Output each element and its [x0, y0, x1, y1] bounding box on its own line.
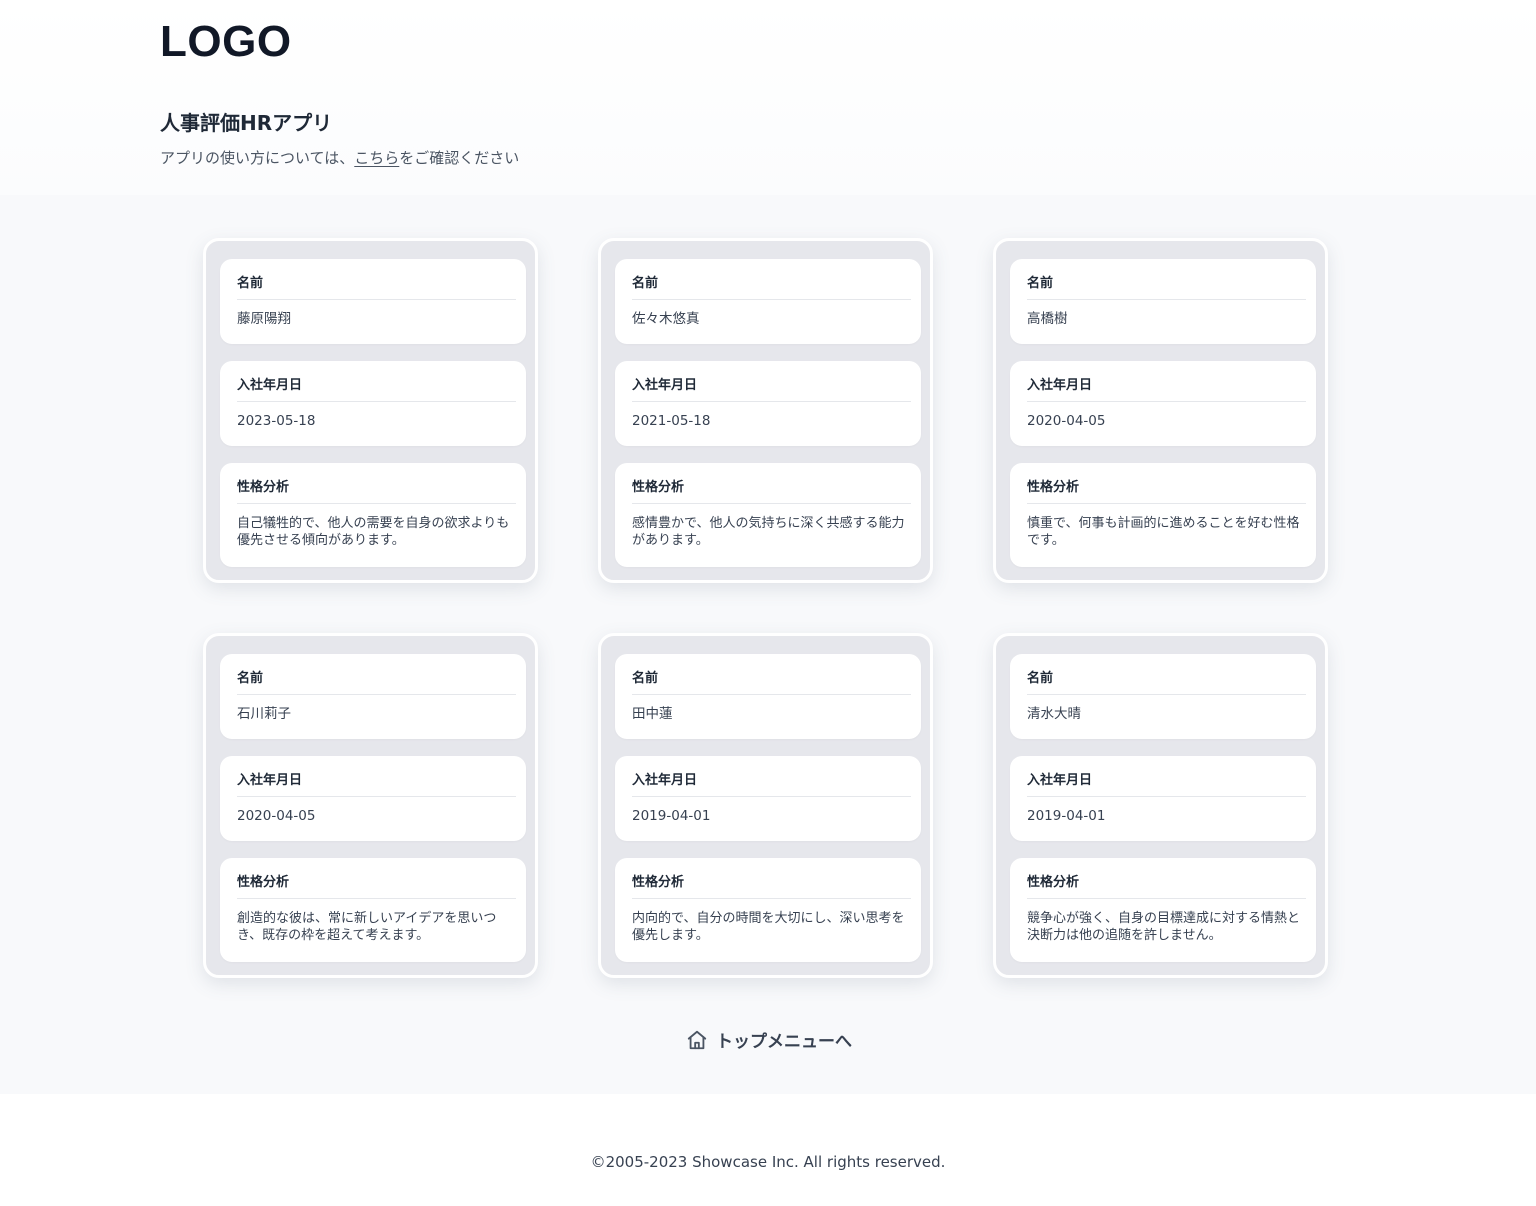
personality-label: 性格分析 [237, 875, 516, 899]
join-date-label: 入社年月日 [237, 773, 516, 797]
personality-field: 性格分析 自己犠牲的で、他人の需要を自身の欲求よりも優先させる傾向があります。 [220, 463, 526, 567]
join-date-value: 2020-04-05 [237, 808, 316, 824]
name-value: 田中蓮 [632, 706, 673, 722]
logo[interactable]: LOGO [160, 16, 292, 68]
home-icon [686, 1029, 708, 1051]
employee-card: 名前 佐々木悠真 入社年月日 2021-05-18 性格分析 感情豊かで、他人の… [598, 238, 933, 583]
copyright-text: ©2005-2023 Showcase Inc. All rights rese… [590, 1153, 946, 1171]
join-date-label: 入社年月日 [1027, 773, 1306, 797]
name-label: 名前 [1027, 671, 1306, 695]
subtitle-suffix: をご確認ください [399, 149, 520, 167]
name-field: 名前 藤原陽翔 [220, 259, 526, 344]
join-date-field: 入社年月日 2019-04-01 [1010, 756, 1316, 841]
personality-value: 自己犠牲的で、他人の需要を自身の欲求よりも優先させる傾向があります。 [237, 516, 510, 548]
name-value: 高橋樹 [1027, 311, 1068, 327]
name-field: 名前 清水大晴 [1010, 654, 1316, 739]
name-value: 清水大晴 [1027, 706, 1081, 722]
name-field: 名前 田中蓮 [615, 654, 921, 739]
employee-card: 名前 藤原陽翔 入社年月日 2023-05-18 性格分析 自己犠牲的で、他人の… [203, 238, 538, 583]
top-menu-label: トップメニューへ [716, 1032, 852, 1052]
personality-field: 性格分析 競争心が強く、自身の目標達成に対する情熱と決断力は他の追随を許しません… [1010, 858, 1316, 962]
join-date-label: 入社年月日 [237, 378, 516, 402]
name-value: 藤原陽翔 [237, 311, 291, 327]
page-header: LOGO 人事評価HRアプリ アプリの使い方については、こちらをご確認ください [0, 0, 1536, 195]
personality-value: 競争心が強く、自身の目標達成に対する情熱と決断力は他の追随を許しません。 [1027, 911, 1301, 943]
name-value: 石川莉子 [237, 706, 291, 722]
join-date-field: 入社年月日 2023-05-18 [220, 361, 526, 446]
name-label: 名前 [237, 671, 516, 695]
name-field: 名前 石川莉子 [220, 654, 526, 739]
personality-field: 性格分析 慎重で、何事も計画的に進めることを好む性格です。 [1010, 463, 1316, 567]
name-label: 名前 [1027, 276, 1306, 300]
name-value: 佐々木悠真 [632, 311, 700, 327]
employee-card: 名前 高橋樹 入社年月日 2020-04-05 性格分析 慎重で、何事も計画的に… [993, 238, 1328, 583]
page-footer: ©2005-2023 Showcase Inc. All rights rese… [0, 1094, 1536, 1206]
page-title: 人事評価HRアプリ [160, 111, 333, 135]
name-field: 名前 佐々木悠真 [615, 259, 921, 344]
name-label: 名前 [237, 276, 516, 300]
personality-value: 創造的な彼は、常に新しいアイデアを思いつき、既存の枠を超えて考えます。 [237, 911, 497, 943]
employee-card: 名前 田中蓮 入社年月日 2019-04-01 性格分析 内向的で、自分の時間を… [598, 633, 933, 978]
name-label: 名前 [632, 671, 911, 695]
join-date-value: 2019-04-01 [1027, 808, 1106, 824]
personality-value: 慎重で、何事も計画的に進めることを好む性格です。 [1027, 516, 1300, 548]
personality-field: 性格分析 内向的で、自分の時間を大切にし、深い思考を優先します。 [615, 858, 921, 962]
join-date-field: 入社年月日 2020-04-05 [1010, 361, 1316, 446]
personality-label: 性格分析 [237, 480, 516, 504]
employee-card: 名前 石川莉子 入社年月日 2020-04-05 性格分析 創造的な彼は、常に新… [203, 633, 538, 978]
name-field: 名前 高橋樹 [1010, 259, 1316, 344]
join-date-label: 入社年月日 [1027, 378, 1306, 402]
personality-label: 性格分析 [1027, 875, 1306, 899]
name-label: 名前 [632, 276, 911, 300]
join-date-label: 入社年月日 [632, 773, 911, 797]
personality-value: 感情豊かで、他人の気持ちに深く共感する能力があります。 [632, 516, 905, 548]
join-date-value: 2021-05-18 [632, 413, 711, 429]
employee-card: 名前 清水大晴 入社年月日 2019-04-01 性格分析 競争心が強く、自身の… [993, 633, 1328, 978]
personality-label: 性格分析 [632, 480, 911, 504]
page-subtitle: アプリの使い方については、こちらをご確認ください [160, 148, 519, 168]
subtitle-prefix: アプリの使い方については、 [160, 149, 355, 167]
top-menu-link[interactable]: トップメニューへ [686, 1027, 852, 1052]
help-link[interactable]: こちら [354, 149, 399, 167]
join-date-field: 入社年月日 2021-05-18 [615, 361, 921, 446]
join-date-label: 入社年月日 [632, 378, 911, 402]
personality-value: 内向的で、自分の時間を大切にし、深い思考を優先します。 [632, 911, 905, 943]
join-date-value: 2020-04-05 [1027, 413, 1106, 429]
join-date-field: 入社年月日 2019-04-01 [615, 756, 921, 841]
personality-field: 性格分析 感情豊かで、他人の気持ちに深く共感する能力があります。 [615, 463, 921, 567]
join-date-value: 2023-05-18 [237, 413, 316, 429]
personality-label: 性格分析 [1027, 480, 1306, 504]
personality-label: 性格分析 [632, 875, 911, 899]
personality-field: 性格分析 創造的な彼は、常に新しいアイデアを思いつき、既存の枠を超えて考えます。 [220, 858, 526, 962]
join-date-value: 2019-04-01 [632, 808, 711, 824]
employee-grid: 名前 藤原陽翔 入社年月日 2023-05-18 性格分析 自己犠牲的で、他人の… [0, 195, 1536, 1094]
join-date-field: 入社年月日 2020-04-05 [220, 756, 526, 841]
